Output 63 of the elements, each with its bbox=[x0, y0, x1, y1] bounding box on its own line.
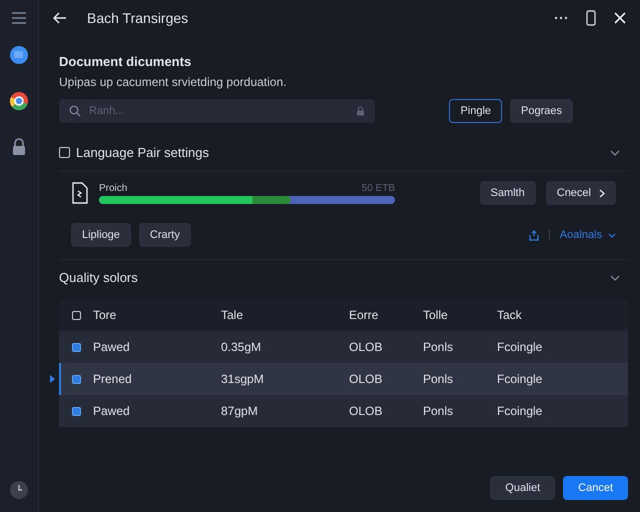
document-icon bbox=[71, 182, 89, 204]
checkbox[interactable] bbox=[72, 342, 80, 352]
page-heading: Document dicuments bbox=[59, 54, 192, 69]
toggle-button[interactable]: Pingle bbox=[449, 99, 502, 123]
progress-reading: 50 ETB bbox=[362, 182, 395, 194]
table-cell-text: Ponls bbox=[423, 372, 454, 386]
checkbox[interactable] bbox=[72, 406, 80, 416]
chevron-icon[interactable] bbox=[608, 232, 616, 238]
checkbox[interactable] bbox=[72, 310, 80, 320]
column-header[interactable]: Tolle bbox=[423, 308, 497, 322]
clock-icon[interactable] bbox=[9, 480, 29, 500]
dialog-button[interactable]: Cancet bbox=[563, 476, 628, 500]
table-cell-text: Pawed bbox=[93, 340, 131, 354]
column-header[interactable]: Tack bbox=[497, 308, 577, 322]
table-cell-text: 87gpM bbox=[221, 404, 259, 418]
checkbox[interactable] bbox=[72, 374, 80, 384]
more-icon[interactable] bbox=[554, 16, 568, 20]
table-cell-text: 0.35gM bbox=[221, 340, 262, 354]
menu-icon[interactable] bbox=[11, 11, 27, 25]
search-icon bbox=[69, 105, 81, 117]
section-title: Quality solors bbox=[59, 270, 138, 285]
action-button[interactable]: Cnecel bbox=[546, 181, 616, 205]
table-cell-text: OLOB bbox=[349, 372, 384, 386]
action-button[interactable]: Samlth bbox=[480, 181, 536, 205]
share-icon[interactable] bbox=[528, 230, 539, 240]
progress-label: Proich bbox=[99, 182, 128, 194]
analysis-link[interactable]: Aoalnals bbox=[560, 229, 602, 241]
chevron-icon bbox=[599, 188, 605, 198]
lock-icon bbox=[356, 106, 365, 116]
checkbox[interactable] bbox=[59, 147, 70, 158]
section-title: Language Pair settings bbox=[76, 145, 209, 160]
column-header[interactable]: Tale bbox=[221, 308, 349, 322]
table-cell-text: Fcoingle bbox=[497, 340, 544, 354]
chevron-icon[interactable] bbox=[610, 274, 620, 280]
table-cell-text: Ponls bbox=[423, 404, 454, 418]
dialog-button[interactable]: Qualiet bbox=[490, 476, 556, 500]
column-header[interactable]: Tore bbox=[93, 308, 221, 322]
table-cell-text: Pawed bbox=[93, 404, 131, 418]
lock-icon bbox=[10, 138, 28, 156]
table-cell-text: Fcoingle bbox=[497, 404, 544, 418]
column-header[interactable]: Eorre bbox=[349, 308, 423, 322]
table-cell-text: OLOB bbox=[349, 404, 384, 418]
table-cell-text: 31sgpM bbox=[221, 372, 265, 386]
table-row[interactable]: Pawed 0.35gM OLOB Ponls Fcoingle bbox=[59, 331, 628, 363]
filter-chip[interactable]: Crarty bbox=[138, 223, 191, 247]
table-cell-text: OLOB bbox=[349, 340, 384, 354]
chevron-icon[interactable] bbox=[610, 150, 620, 156]
toggle-button[interactable]: Pograes bbox=[510, 99, 573, 123]
table-row[interactable]: Pawed 87gpM OLOB Ponls Fcoingle bbox=[59, 395, 628, 427]
row-marker-icon bbox=[50, 375, 55, 383]
window-title: Bach Transirges bbox=[87, 10, 188, 26]
browser-icon bbox=[9, 91, 29, 111]
page-subtitle: Upipas up cacument srvietding porduation. bbox=[59, 75, 288, 89]
filter-chip[interactable]: Liplioge bbox=[71, 223, 131, 247]
close-icon[interactable] bbox=[614, 12, 626, 24]
search-bar[interactable]: Ranh... bbox=[59, 99, 375, 123]
back-arrow-icon[interactable] bbox=[53, 12, 67, 24]
chat-bubble-icon bbox=[9, 45, 29, 65]
search-field[interactable]: Ranh... bbox=[87, 104, 350, 118]
phone-icon[interactable] bbox=[586, 10, 596, 26]
table-cell-text: Prened bbox=[93, 372, 133, 386]
table-cell-text: Fcoingle bbox=[497, 372, 544, 386]
table-cell-text: Ponls bbox=[423, 340, 454, 354]
